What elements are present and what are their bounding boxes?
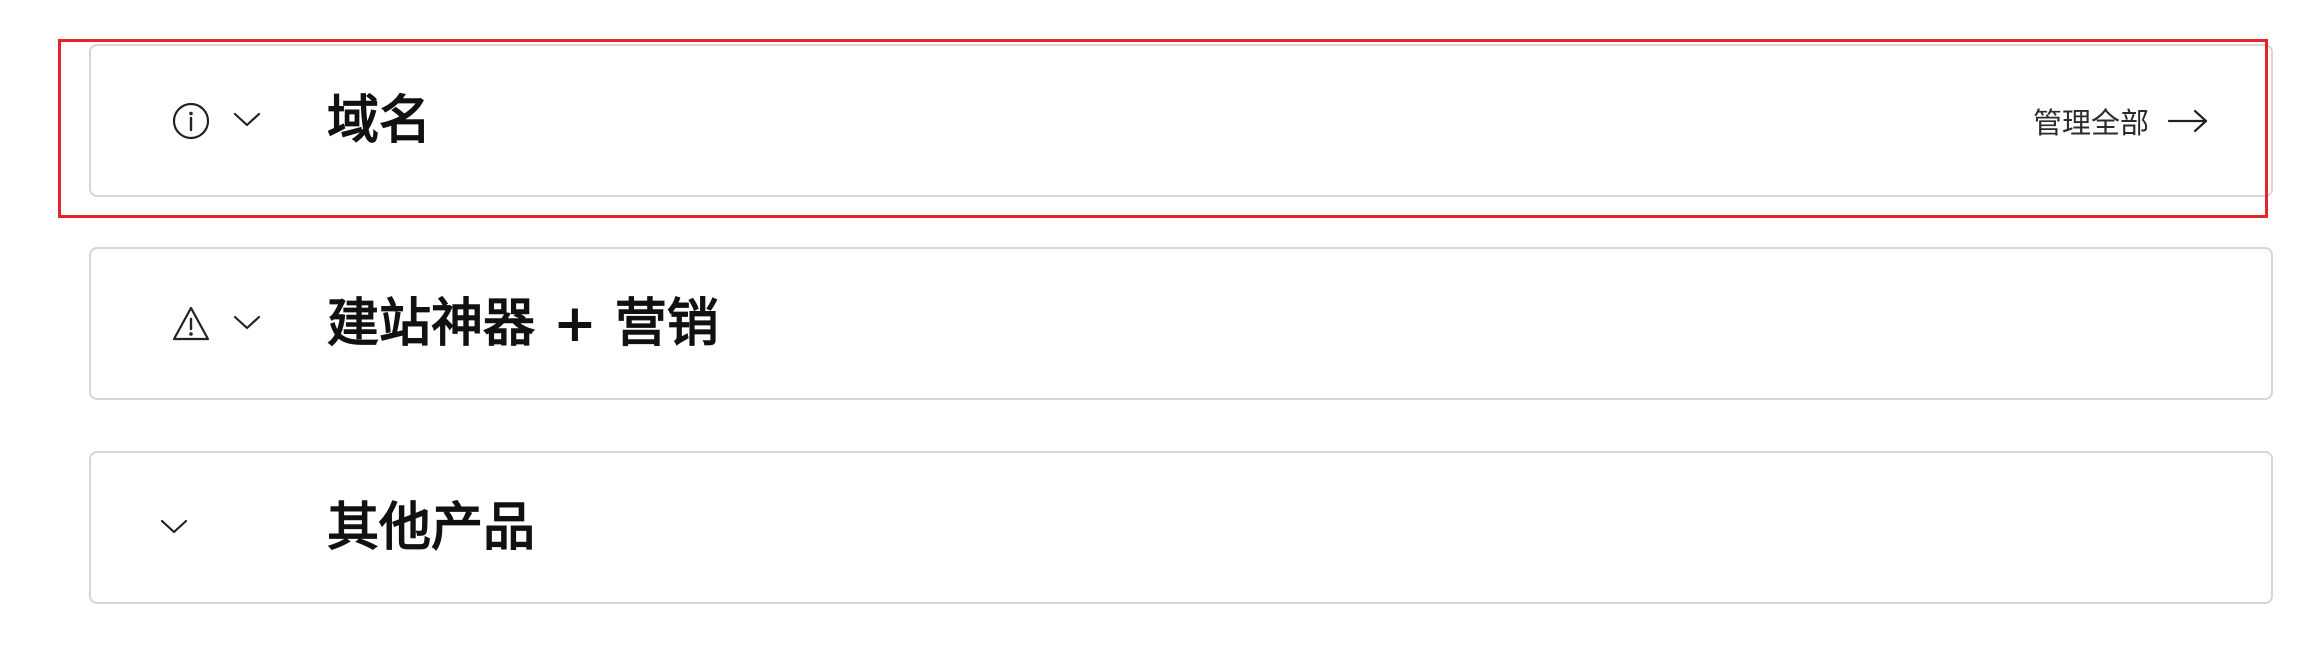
warning-triangle-icon [172, 306, 210, 340]
section-other-products[interactable]: 其他产品 [89, 451, 2273, 604]
chevron-down-icon[interactable] [232, 312, 262, 332]
arrow-right-icon [2167, 109, 2208, 132]
products-page: 域名 管理全部 建站神器 + 营销 其他产品 [0, 0, 2304, 648]
manage-all-label: 管理全部 [2032, 105, 2149, 140]
manage-all-link[interactable]: 管理全部 [2033, 100, 2209, 142]
section-website-marketing[interactable]: 建站神器 + 营销 [89, 247, 2273, 400]
section-title: 其他产品 [327, 497, 536, 558]
info-circle-icon [172, 102, 210, 139]
chevron-down-icon[interactable] [232, 109, 262, 129]
section-title: 建站神器 + 营销 [327, 293, 719, 354]
section-domains[interactable]: 域名 管理全部 [89, 44, 2273, 197]
section-title: 域名 [327, 90, 432, 151]
chevron-down-icon[interactable] [159, 516, 189, 536]
